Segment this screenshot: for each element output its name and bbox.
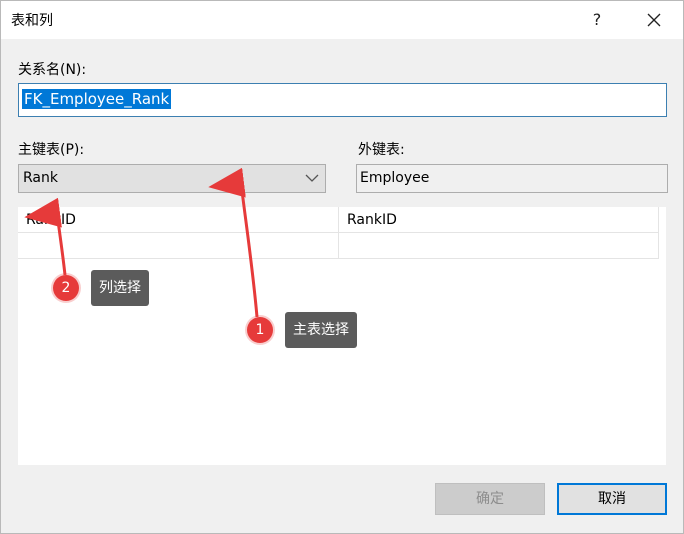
- primary-key-table-select[interactable]: Rank: [18, 164, 326, 193]
- annotation-tooltip-2: 列选择: [91, 270, 149, 306]
- primary-column-cell-empty[interactable]: [18, 233, 339, 259]
- relationship-name-label: 关系名(N):: [18, 62, 87, 78]
- close-icon: [647, 13, 661, 27]
- ok-button[interactable]: 确定: [435, 483, 545, 515]
- foreign-key-table-value: Employee: [360, 170, 430, 186]
- annotation-badge-1: 1: [247, 317, 273, 343]
- relationship-name-input[interactable]: FK_Employee_Rank: [18, 83, 667, 117]
- annotation-badge-2: 2: [53, 275, 79, 301]
- primary-column-cell[interactable]: RankID: [18, 207, 339, 233]
- foreign-key-table-field: Employee: [356, 164, 668, 193]
- foreign-column-cell[interactable]: RankID: [339, 207, 659, 233]
- foreign-key-table-label: 外键表:: [358, 142, 405, 158]
- title-bar: 表和列 ?: [1, 1, 683, 39]
- table-and-columns-dialog: 表和列 ? 关系名(N): FK_Employee_Rank 主键表(P): R…: [0, 0, 684, 534]
- primary-key-table-label: 主键表(P):: [18, 142, 85, 158]
- foreign-column-cell-empty[interactable]: [339, 233, 659, 259]
- annotation-tooltip-1: 主表选择: [285, 312, 357, 348]
- chevron-down-icon: [305, 174, 319, 182]
- cancel-button[interactable]: 取消: [557, 483, 667, 515]
- window-title: 表和列: [11, 13, 53, 29]
- help-button[interactable]: ?: [583, 7, 611, 33]
- primary-key-table-value: Rank: [23, 170, 58, 186]
- close-button[interactable]: [639, 7, 669, 33]
- relationship-name-value: FK_Employee_Rank: [22, 89, 172, 109]
